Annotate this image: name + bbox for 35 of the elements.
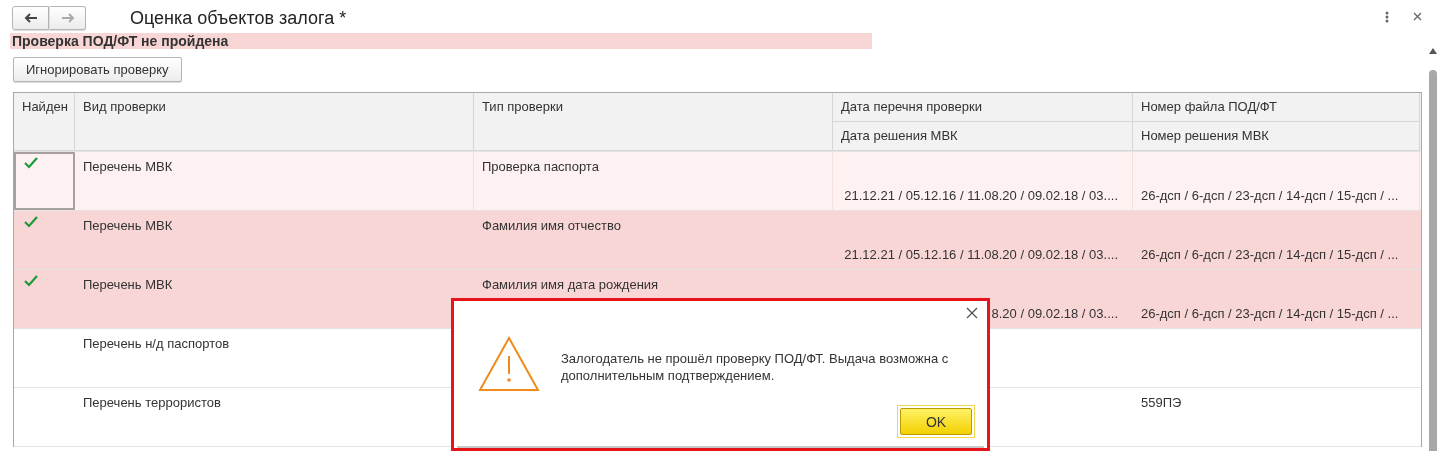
- column-header: Вид проверки: [75, 93, 474, 151]
- column-header: Номер решения МВК: [1133, 122, 1420, 151]
- table-cell: Перечень МВК: [83, 277, 173, 292]
- dialog-message: Залогодатель не прошёл проверку ПОД/ФТ. Выдача возможна с дополнительным подтверждением.: [561, 350, 950, 384]
- table-cell: Фамилия имя отчество: [482, 218, 621, 233]
- table-cell: Перечень н/д паспортов: [83, 336, 230, 351]
- scroll-up-icon[interactable]: [1429, 48, 1437, 54]
- column-header: Дата перечня проверки: [833, 93, 1133, 122]
- column-header: Найден: [14, 93, 75, 151]
- ok-button[interactable]: OK: [900, 408, 972, 435]
- table-cell: 8.20 / 09.02.18 / 03....: [991, 306, 1118, 321]
- table-row[interactable]: Перечень МВК Фамилия имя отчество 21.12.21 / 05.12.16 / 11.08.20 / 09.02.18 / 03.... 26-дсп / 6-дсп / 23-дсп / 14-дсп / 15-дсп / ...: [14, 211, 1421, 270]
- table-cell: 21.12.21 / 05.12.16 / 11.08.20 / 09.02.18 / 03....: [844, 188, 1118, 203]
- table-cell: 26-дсп / 6-дсп / 23-дсп / 14-дсп / 15-дсп / ...: [1141, 188, 1399, 203]
- table-cell: 26-дсп / 6-дсп / 23-дсп / 14-дсп / 15-дсп / ...: [1141, 306, 1399, 321]
- table-cell: Проверка паспорта: [482, 159, 599, 174]
- table-cell: 21.12.21 / 05.12.16 / 11.08.20 / 09.02.18 / 03....: [844, 247, 1118, 262]
- close-icon[interactable]: [965, 307, 979, 321]
- window-title: Оценка объектов залога *: [130, 7, 348, 29]
- column-header: Дата решения МВК: [833, 122, 1133, 151]
- table-cell: Перечень МВК: [83, 218, 173, 233]
- back-arrow-icon: [23, 12, 38, 23]
- table-cell: Перечень террористов: [83, 395, 221, 410]
- table-cell: Фамилия имя дата рождения: [482, 277, 659, 292]
- warning-icon: [478, 336, 540, 392]
- table-cell: Перечень МВК: [83, 159, 173, 174]
- table-cell: 26-дсп / 6-дсп / 23-дсп / 14-дсп / 15-дсп / ...: [1141, 247, 1399, 262]
- column-header: Тип проверки: [474, 93, 833, 151]
- table-row[interactable]: Перечень МВК Проверка паспорта 21.12.21 / 05.12.16 / 11.08.20 / 09.02.18 / 03.... 26-дсп / 6-дсп / 23-дсп / 14-дсп / 15-дсп / ...: [14, 152, 1421, 211]
- column-header: Номер файла ПОД/ФТ: [1133, 93, 1420, 122]
- table-cell: 559ПЭ: [1141, 395, 1182, 410]
- error-banner: Проверка ПОД/ФТ не пройдена: [10, 33, 872, 49]
- back-button[interactable]: [12, 5, 49, 30]
- forward-arrow-icon: [60, 12, 75, 23]
- ignore-check-button[interactable]: Игнорировать проверку: [13, 57, 182, 82]
